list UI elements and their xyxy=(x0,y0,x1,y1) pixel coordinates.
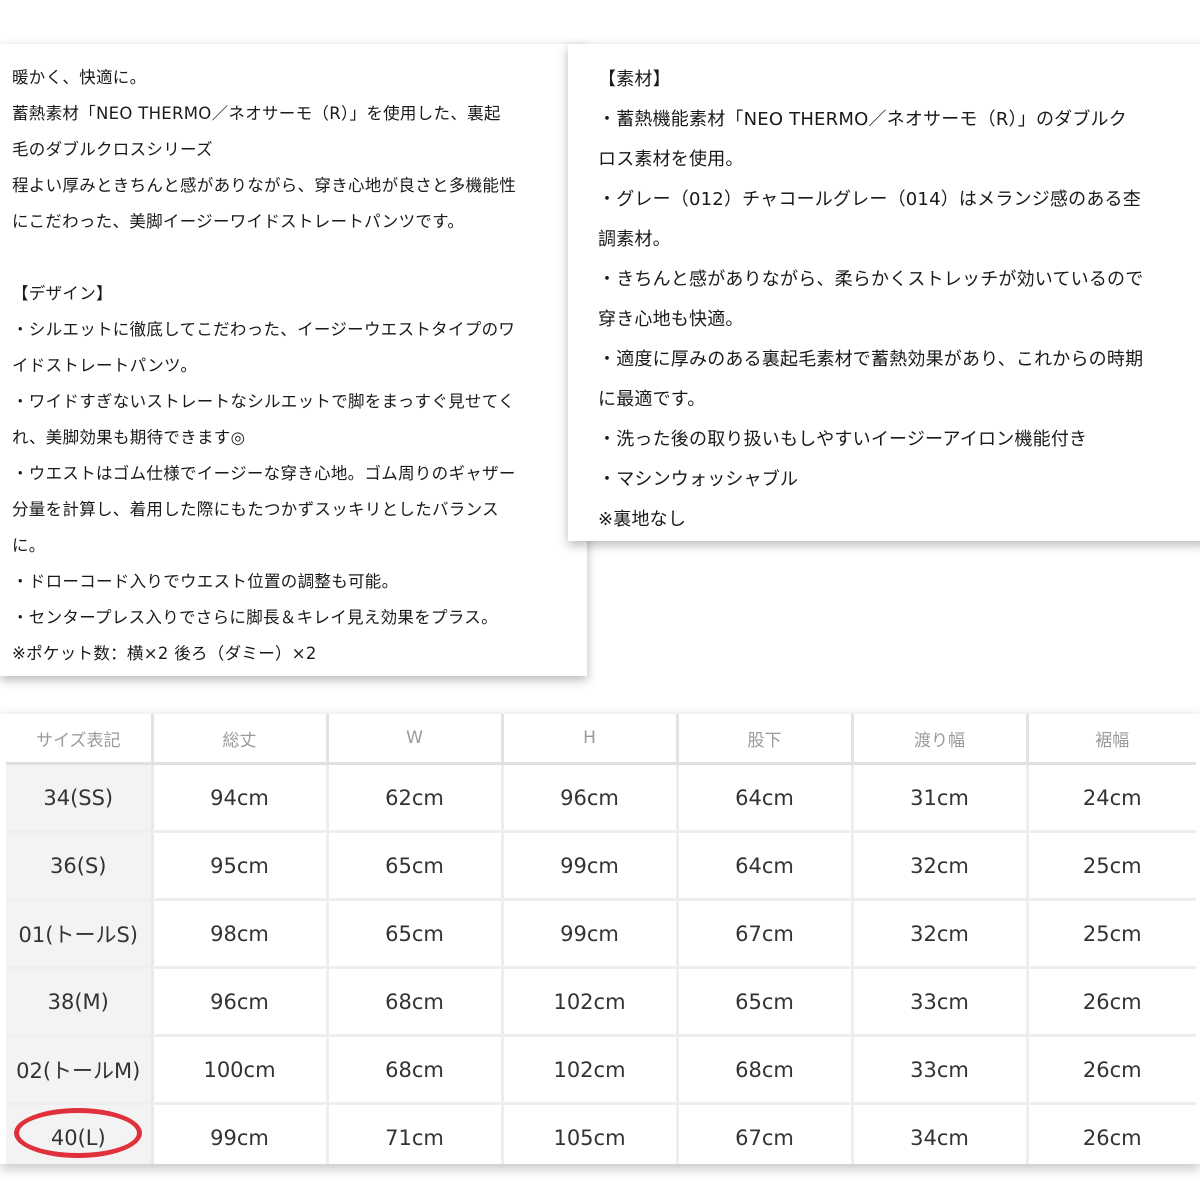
material-line: ・きちんと感がありながら、柔らかくストレッチが効いているので xyxy=(598,269,1144,290)
size-table: サイズ表記 総丈 W H 股下 渡り幅 裾幅 34(SS) 94cm 62cm … xyxy=(6,714,1196,1164)
material-line: ・グレー（012）チャコールグレー（014）はメランジ感のある杢 xyxy=(598,189,1141,210)
description-line: にこだわった、美脚イージーワイドストレートパンツです。 xyxy=(12,212,465,231)
description-line: ・ドローコード入りでウエスト位置の調整も可能。 xyxy=(12,572,399,591)
description-line: 程よい厚みときちんと感がありながら、穿き心地が良さと多機能性 xyxy=(12,176,516,195)
table-row: 34(SS) 94cm 62cm 96cm 64cm 31cm 24cm xyxy=(6,763,1196,833)
table-row: 38(M) 96cm 68cm 102cm 65cm 33cm 26cm xyxy=(6,967,1196,1037)
waist-cell: 65cm xyxy=(325,899,502,969)
inseam-cell: 67cm xyxy=(675,1103,852,1164)
total-length-cell: 94cm xyxy=(150,763,327,833)
thigh-width-cell: 32cm xyxy=(850,831,1027,901)
material-card: 【素材】 ・蓄熱機能素材「NEO THERMO／ネオサーモ（R）」のダブルク ロ… xyxy=(568,44,1200,541)
size-label-cell: 36(S) xyxy=(6,831,154,901)
thigh-width-cell: 31cm xyxy=(850,763,1027,833)
material-line: ・適度に厚みのある裏起毛素材で蓄熱効果があり、これからの時期 xyxy=(598,349,1144,370)
hem-width-cell: 25cm xyxy=(1025,899,1196,969)
inseam-cell: 68cm xyxy=(675,1035,852,1105)
thigh-width-cell: 34cm xyxy=(850,1103,1027,1164)
lining-note: ※裏地なし xyxy=(598,509,687,530)
description-line: ・シルエットに徹底してこだわった、イージーウエストタイプのワ xyxy=(12,320,516,339)
size-label-cell: 34(SS) xyxy=(6,763,154,833)
material-line: ・蓄熱機能素材「NEO THERMO／ネオサーモ（R）」のダブルク xyxy=(598,109,1127,130)
header-hem-width: 裾幅 xyxy=(1025,714,1196,765)
total-length-cell: 95cm xyxy=(150,831,327,901)
hip-cell: 96cm xyxy=(500,763,677,833)
thigh-width-cell: 32cm xyxy=(850,899,1027,969)
hip-cell: 99cm xyxy=(500,899,677,969)
total-length-cell: 100cm xyxy=(150,1035,327,1105)
inseam-cell: 64cm xyxy=(675,763,852,833)
description-line: ・ワイドすぎないストレートなシルエットで脚をまっすぐ見せてく xyxy=(12,392,515,411)
hem-width-cell: 26cm xyxy=(1025,1103,1196,1164)
description-line: イドストレートパンツ。 xyxy=(12,356,198,375)
header-thigh-width: 渡り幅 xyxy=(850,714,1027,765)
description-line: 分量を計算し、着用した際にもたつかずスッキリとしたバランス xyxy=(12,500,499,519)
table-row: 01(トールS) 98cm 65cm 99cm 67cm 32cm 25cm xyxy=(6,899,1196,969)
material-line: ロス素材を使用。 xyxy=(598,149,744,170)
hip-cell: 99cm xyxy=(500,831,677,901)
waist-cell: 68cm xyxy=(325,967,502,1037)
header-size-label: サイズ表記 xyxy=(6,714,152,765)
hip-cell: 102cm xyxy=(500,1035,677,1105)
hem-width-cell: 26cm xyxy=(1025,967,1196,1037)
hem-width-cell: 25cm xyxy=(1025,831,1196,901)
total-length-cell: 98cm xyxy=(150,899,327,969)
header-inseam: 股下 xyxy=(675,714,852,765)
description-line: 暖かく、快適に。 xyxy=(12,68,147,87)
hip-cell: 105cm xyxy=(500,1103,677,1164)
description-blank-line xyxy=(12,240,577,276)
table-row: 02(トールM) 100cm 68cm 102cm 68cm 33cm 26cm xyxy=(6,1035,1196,1105)
table-row: 36(S) 95cm 65cm 99cm 64cm 32cm 25cm xyxy=(6,831,1196,901)
waist-cell: 68cm xyxy=(325,1035,502,1105)
size-table-panel: サイズ表記 総丈 W H 股下 渡り幅 裾幅 34(SS) 94cm 62cm … xyxy=(0,714,1200,1164)
description-line: ・ウエストはゴム仕様でイージーな穿き心地。ゴム周りのギャザー xyxy=(12,464,516,483)
size-label-cell: 40(L) xyxy=(6,1103,154,1164)
description-line: 蓄熱素材「NEO THERMO／ネオサーモ（R）」を使用した、裏起 xyxy=(12,104,501,123)
waist-cell: 65cm xyxy=(325,831,502,901)
material-heading: 【素材】 xyxy=(598,69,671,90)
waist-cell: 62cm xyxy=(325,763,502,833)
header-hip: H xyxy=(500,714,677,765)
description-line: れ、美脚効果も期待できます◎ xyxy=(12,428,246,447)
inseam-cell: 67cm xyxy=(675,899,852,969)
thigh-width-cell: 33cm xyxy=(850,967,1027,1037)
design-heading: 【デザイン】 xyxy=(12,284,113,303)
inseam-cell: 65cm xyxy=(675,967,852,1037)
thigh-width-cell: 33cm xyxy=(850,1035,1027,1105)
material-line: に最適です。 xyxy=(598,389,706,410)
header-waist: W xyxy=(325,714,502,765)
inseam-cell: 64cm xyxy=(675,831,852,901)
material-line: 穿き心地も快適。 xyxy=(598,309,744,330)
material-line: ・マシンウォッシャブル xyxy=(598,469,799,490)
hip-cell: 102cm xyxy=(500,967,677,1037)
material-line: 調素材。 xyxy=(598,229,671,250)
total-length-cell: 99cm xyxy=(150,1103,327,1164)
description-line: に。 xyxy=(12,536,46,555)
waist-cell: 71cm xyxy=(325,1103,502,1164)
size-label-cell: 02(トールM) xyxy=(6,1035,154,1105)
size-label-cell: 38(M) xyxy=(6,967,154,1037)
hem-width-cell: 24cm xyxy=(1025,763,1196,833)
hem-width-cell: 26cm xyxy=(1025,1035,1196,1105)
header-total-length: 総丈 xyxy=(150,714,327,765)
size-label-cell: 01(トールS) xyxy=(6,899,154,969)
material-line: ・洗った後の取り扱いもしやすいイージーアイロン機能付き xyxy=(598,429,1088,450)
description-line: ・センタープレス入りでさらに脚長＆キレイ見え効果をプラス。 xyxy=(12,608,498,627)
pocket-note: ※ポケット数：横×2 後ろ（ダミー）×2 xyxy=(12,644,317,663)
description-card: 暖かく、快適に。 蓄熱素材「NEO THERMO／ネオサーモ（R）」を使用した、… xyxy=(0,44,587,676)
table-row-highlighted: 40(L) 99cm 71cm 105cm 67cm 34cm 26cm xyxy=(6,1103,1196,1164)
description-line: 毛のダブルクロスシリーズ xyxy=(12,140,213,159)
size-table-header-row: サイズ表記 総丈 W H 股下 渡り幅 裾幅 xyxy=(6,714,1196,765)
total-length-cell: 96cm xyxy=(150,967,327,1037)
